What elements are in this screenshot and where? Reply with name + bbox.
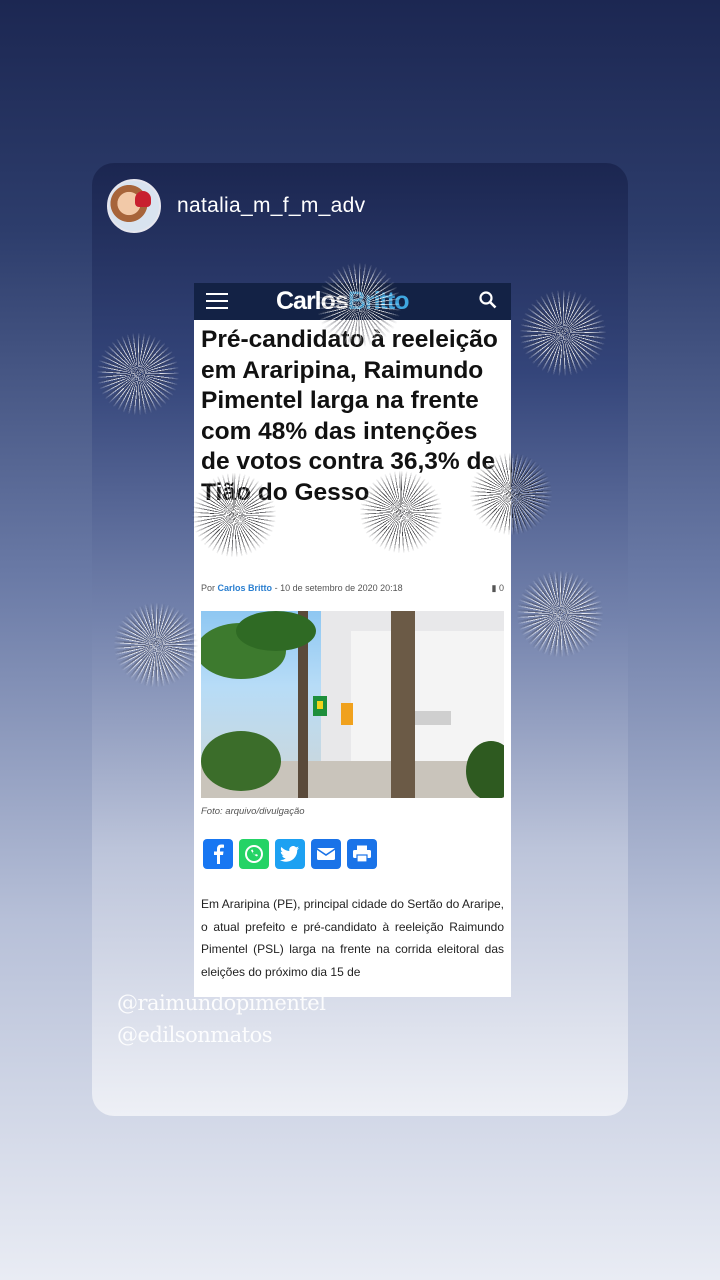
article-body: Em Araripina (PE), principal cidade do S… xyxy=(201,897,504,979)
menu-icon[interactable] xyxy=(206,293,228,309)
email-icon[interactable] xyxy=(311,839,341,869)
firework-sticker xyxy=(317,263,401,347)
username[interactable]: natalia_m_f_m_adv xyxy=(177,194,365,218)
firework-sticker xyxy=(97,333,179,415)
story-header: natalia_m_f_m_adv xyxy=(107,179,365,233)
mention-tag[interactable]: @raimundopimentel xyxy=(117,991,326,1015)
firework-sticker xyxy=(517,571,603,657)
article-photo xyxy=(201,611,504,798)
comment-count-value: 0 xyxy=(498,583,504,593)
firework-sticker xyxy=(360,471,442,553)
mention-tag[interactable]: @edilsonmatos xyxy=(117,1023,273,1047)
share-bar xyxy=(203,839,383,869)
author-link[interactable]: Carlos Britto xyxy=(218,583,273,593)
article-meta: Por Carlos Britto - 10 de setembro de 20… xyxy=(201,583,504,593)
article-screenshot: CarlosBritto Pré-candidato à reeleição e… xyxy=(194,283,511,997)
whatsapp-icon[interactable] xyxy=(239,839,269,869)
twitter-icon[interactable] xyxy=(275,839,305,869)
print-icon[interactable] xyxy=(347,839,377,869)
firework-sticker xyxy=(520,290,606,376)
comment-icon: ▮ xyxy=(491,583,497,593)
avatar[interactable] xyxy=(107,179,161,233)
facebook-icon[interactable] xyxy=(203,839,233,869)
firework-sticker xyxy=(192,473,276,557)
meta-separator: - xyxy=(274,583,278,593)
story-card: natalia_m_f_m_adv CarlosBritto Pré-candi… xyxy=(92,163,628,1116)
firework-sticker xyxy=(114,603,198,687)
firework-sticker xyxy=(470,453,552,535)
photo-illustration xyxy=(201,611,504,798)
comment-count[interactable]: ▮ 0 xyxy=(492,583,504,594)
search-icon[interactable] xyxy=(479,291,497,309)
article-date: 10 de setembro de 2020 20:18 xyxy=(280,583,403,593)
photo-caption: Foto: arquivo/divulgação xyxy=(201,806,305,817)
meta-prefix: Por xyxy=(201,583,216,593)
